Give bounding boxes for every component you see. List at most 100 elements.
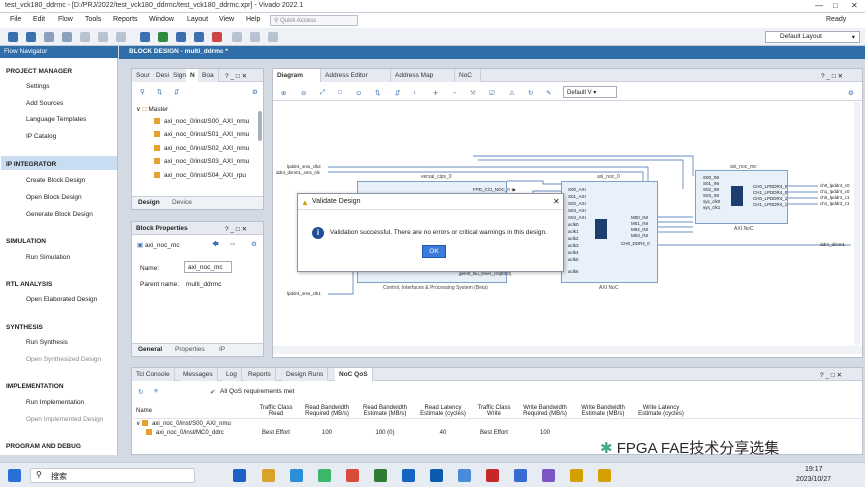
- new-project-icon[interactable]: [8, 32, 18, 42]
- pin-aclk3[interactable]: aclk3: [568, 243, 579, 248]
- tab-diagram[interactable]: Diagram: [273, 69, 321, 82]
- pdf-icon[interactable]: [486, 469, 499, 482]
- vivado-icon[interactable]: [570, 469, 583, 482]
- pin-sys-clk1[interactable]: sys_clk1: [703, 205, 720, 210]
- pin-m02-ini[interactable]: M02_INI: [631, 227, 648, 232]
- list-item[interactable]: axi_noc_0/inst/S03_AXI_nmu: [154, 158, 249, 165]
- layout-icon[interactable]: [232, 32, 242, 42]
- pin-m03-ini[interactable]: M03_INI: [631, 233, 648, 238]
- pin-aclk4[interactable]: aclk4: [568, 250, 579, 255]
- chrome-icon[interactable]: [318, 469, 331, 482]
- menu-layout[interactable]: Layout: [187, 16, 208, 23]
- align-icon[interactable]: ⇅: [375, 89, 380, 97]
- pin-ch0-lpddr4-1[interactable]: CH0_LPDDR4_1: [753, 196, 787, 201]
- nav-generate-block-design[interactable]: Generate Block Design: [26, 211, 93, 218]
- tab-tcl-console[interactable]: Tcl Console: [132, 368, 175, 381]
- gear-icon[interactable]: ⚙: [251, 240, 257, 248]
- validate-icon[interactable]: ☑: [489, 89, 495, 97]
- pin-m00-ini[interactable]: M00_INI: [631, 215, 648, 220]
- outlook-icon[interactable]: [402, 469, 415, 482]
- pin-s00-axi[interactable]: S00_AXI: [568, 187, 586, 192]
- excel-icon[interactable]: [374, 469, 387, 482]
- layout-select[interactable]: Default Layout ▾: [765, 31, 860, 43]
- gear-icon[interactable]: ⚙: [252, 88, 258, 96]
- menu-help[interactable]: Help: [246, 16, 260, 23]
- nav-run-simulation[interactable]: Run Simulation: [26, 254, 70, 261]
- close-icon[interactable]: ✕: [553, 197, 560, 206]
- zoom-in-icon[interactable]: ⊕: [281, 89, 286, 97]
- pin-s04-axi[interactable]: S04_AXI: [568, 215, 586, 220]
- windows-start-icon[interactable]: [8, 469, 21, 482]
- pin-s01-ini[interactable]: S01_INI: [703, 181, 719, 186]
- pin-sys-clk0[interactable]: sys_clk0: [703, 199, 720, 204]
- menu-file[interactable]: File: [10, 16, 21, 23]
- back-icon[interactable]: 🡄: [212, 240, 219, 251]
- app-icon[interactable]: [430, 469, 443, 482]
- tab-device-view[interactable]: Device: [172, 199, 192, 206]
- list-item[interactable]: axi_noc_0/inst/S02_AXI_nmu: [154, 145, 249, 152]
- tab-ip[interactable]: IP: [219, 346, 225, 353]
- refresh-icon[interactable]: ↻: [528, 89, 533, 97]
- close-icon[interactable]: ✕: [851, 1, 858, 10]
- pin-s00-ini[interactable]: S00_INI: [703, 175, 719, 180]
- section-project-manager[interactable]: PROJECT MANAGER: [6, 68, 72, 75]
- app-icon[interactable]: [346, 469, 359, 482]
- save-icon[interactable]: [26, 32, 36, 42]
- copy-icon[interactable]: [80, 32, 90, 42]
- tree-root[interactable]: ∨ □ Master: [136, 105, 168, 113]
- nav-settings[interactable]: Settings: [26, 83, 50, 90]
- file-explorer-icon[interactable]: [262, 469, 275, 482]
- panel-controls-icon[interactable]: ? _ □ ✕: [225, 72, 247, 80]
- menu-reports[interactable]: Reports: [113, 16, 138, 23]
- nav-open-block-design[interactable]: Open Block Design: [26, 194, 82, 201]
- view-select[interactable]: Default V ▾: [563, 86, 617, 98]
- nav-run-implementation[interactable]: Run Implementation: [26, 399, 84, 406]
- port-lpddr4-sms-clk2[interactable]: lpddr4_sms_clk2: [287, 164, 321, 169]
- tab-design-runs[interactable]: Design Runs: [282, 368, 329, 381]
- list-item[interactable]: axi_noc_0/inst/S01_AXI_nmu: [154, 131, 249, 138]
- pin-s02-axi[interactable]: S02_AXI: [568, 201, 586, 206]
- pin-aclk6[interactable]: aclk6: [568, 269, 579, 274]
- quick-access-input[interactable]: ⚲ Quick Access: [270, 15, 358, 26]
- port-ch1-lpddr4-c0[interactable]: ch1_lpddr4_c0: [820, 189, 850, 194]
- panel-controls-icon[interactable]: ? _ □ ✕: [225, 225, 247, 233]
- auto-connect-icon[interactable]: ⚠: [509, 89, 515, 97]
- minimize-icon[interactable]: —: [815, 1, 823, 10]
- tab-general[interactable]: General: [138, 346, 162, 353]
- port-ch1-lpddr4-c1[interactable]: ch1_lpddr4_c1: [820, 201, 850, 206]
- section-implementation[interactable]: IMPLEMENTATION: [6, 383, 64, 390]
- port-lpddr4-sms-clk1[interactable]: lpddr4_sms_clk1: [287, 291, 321, 296]
- fit-icon[interactable]: ⤢: [320, 89, 325, 97]
- app-icon[interactable]: [542, 469, 555, 482]
- taskbar-search[interactable]: 搜索: [30, 468, 195, 483]
- pin-aclk1[interactable]: aclk1: [568, 229, 579, 234]
- port-ch0-lpddr4-c1[interactable]: ch0_lpddr4_c1: [820, 195, 850, 200]
- collapse-icon[interactable]: ⇵: [395, 89, 400, 97]
- nav-ip-catalog[interactable]: IP Catalog: [26, 133, 56, 140]
- name-field[interactable]: axi_noc_mc: [184, 261, 232, 273]
- scrollbar[interactable]: [258, 111, 262, 141]
- menu-flow[interactable]: Flow: [58, 16, 73, 23]
- undo-icon[interactable]: [44, 32, 54, 42]
- pin-ch1-lpddr4-0[interactable]: CH1_LPDDR4_0: [753, 190, 787, 195]
- pin-m01-ini[interactable]: M01_INI: [631, 221, 648, 226]
- gear-icon[interactable]: [194, 32, 204, 42]
- forward-icon[interactable]: ⇨: [230, 240, 235, 248]
- settings-icon[interactable]: ≡: [154, 388, 158, 395]
- pin-ch0-lpddr4-0[interactable]: CH0_LPDDR4_0: [753, 184, 787, 189]
- menu-tools[interactable]: Tools: [85, 16, 101, 23]
- zoom-out-icon[interactable]: ⊖: [301, 89, 306, 97]
- nav-language-templates[interactable]: Language Templates: [26, 116, 86, 123]
- refresh-icon[interactable]: ↻: [138, 388, 143, 396]
- pin-s03-axi[interactable]: S03_AXI: [568, 208, 586, 213]
- pin-aclk2[interactable]: aclk2: [568, 236, 579, 241]
- pin-ch0-ddr4[interactable]: CH0_DDR4_0: [621, 241, 650, 246]
- tab-log[interactable]: Log: [222, 368, 242, 381]
- word-icon[interactable]: [233, 469, 246, 482]
- cancel-icon[interactable]: [212, 32, 222, 42]
- pin-ch1-lpddr4-1[interactable]: CH1_LPDDR4_1: [753, 202, 787, 207]
- list-item[interactable]: axi_noc_0/inst/S04_AXI_rpu: [154, 172, 246, 179]
- menu-edit[interactable]: Edit: [33, 16, 45, 23]
- horizontal-scrollbar[interactable]: [273, 346, 862, 354]
- redo-icon[interactable]: [62, 32, 72, 42]
